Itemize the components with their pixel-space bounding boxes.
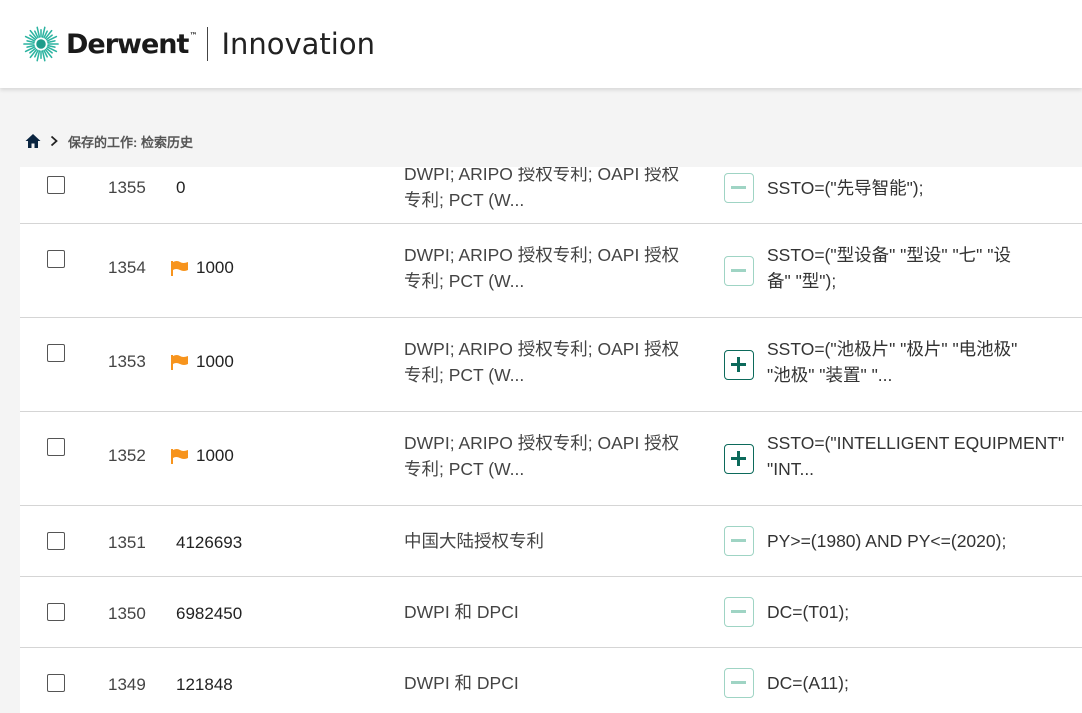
result-count: 0 xyxy=(170,178,185,198)
history-id: 1350 xyxy=(108,604,146,623)
result-count: 4126693 xyxy=(170,533,242,553)
database-line-1: DWPI 和 DPCI xyxy=(404,673,519,693)
flag-icon xyxy=(171,261,188,276)
table-row[interactable]: 1351 4126693 中国大陆授权专利 PY>=(1980) AND PY<… xyxy=(20,506,1082,577)
result-count-value: 1000 xyxy=(196,258,234,277)
history-id: 1353 xyxy=(108,352,146,371)
table-row[interactable]: 1352 1000 DWPI; ARIPO 授权专利; OAPI 授权 专利; … xyxy=(20,412,1082,506)
result-count: 1000 xyxy=(170,258,234,278)
query-line-1: PY>=(1980) AND PY<=(2020); xyxy=(767,531,1007,551)
query-line-1: SSTO=("INTELLIGENT EQUIPMENT" xyxy=(767,433,1065,453)
query-text: SSTO=("INTELLIGENT EQUIPMENT" "INT... xyxy=(767,430,1077,482)
database-list: DWPI 和 DPCI xyxy=(404,599,714,625)
database-line-1: 中国大陆授权专利 xyxy=(404,531,544,551)
result-count: 6982450 xyxy=(170,604,242,624)
result-count-value: 6982450 xyxy=(176,604,243,623)
plus-icon xyxy=(731,451,746,466)
query-text: DC=(A11); xyxy=(767,670,1077,696)
query-text: SSTO=("型设备" "型设" "七" "设 备" "型"); xyxy=(767,242,1077,294)
database-line-1: DWPI; ARIPO 授权专利; OAPI 授权 xyxy=(404,339,680,359)
collapse-query-button[interactable] xyxy=(724,256,754,286)
collapse-query-button[interactable] xyxy=(724,597,754,627)
query-text: SSTO=("先导智能"); xyxy=(767,175,1077,201)
query-line-2: 备" "型"); xyxy=(767,271,837,291)
query-line-2: "INT... xyxy=(767,459,815,479)
row-checkbox[interactable] xyxy=(47,250,65,268)
derwent-logo-icon[interactable] xyxy=(22,25,60,63)
collapse-query-button[interactable] xyxy=(724,173,754,203)
database-list: DWPI; ARIPO 授权专利; OAPI 授权 专利; PCT (W... xyxy=(404,167,714,213)
collapse-query-button[interactable] xyxy=(724,526,754,556)
database-line-2: 专利; PCT (W... xyxy=(404,190,525,210)
database-line-2: 专利; PCT (W... xyxy=(404,459,525,479)
database-list: DWPI; ARIPO 授权专利; OAPI 授权 专利; PCT (W... xyxy=(404,242,714,294)
database-list: DWPI; ARIPO 授权专利; OAPI 授权 专利; PCT (W... xyxy=(404,430,714,482)
app-header: Derwent ™ Innovation xyxy=(0,0,1082,88)
flag-icon xyxy=(171,355,188,370)
flag-icon xyxy=(171,449,188,464)
history-id: 1351 xyxy=(108,533,146,552)
row-checkbox[interactable] xyxy=(47,344,65,362)
row-checkbox[interactable] xyxy=(47,532,65,550)
query-line-2: "池极" "装置" "... xyxy=(767,365,893,385)
query-line-1: DC=(T01); xyxy=(767,602,850,622)
table-row[interactable]: 1349 121848 DWPI 和 DPCI DC=(A11); xyxy=(20,648,1082,713)
query-line-1: SSTO=("型设备" "型设" "七" "设 xyxy=(767,245,1011,265)
product-name: Innovation xyxy=(221,27,375,61)
expand-query-button[interactable] xyxy=(724,444,754,474)
minus-icon xyxy=(731,610,746,613)
result-count: 1000 xyxy=(170,446,234,466)
result-count-value: 121848 xyxy=(176,675,233,694)
result-count: 121848 xyxy=(170,675,233,695)
database-line-2: 专利; PCT (W... xyxy=(404,365,525,385)
query-line-1: SSTO=("先导智能"); xyxy=(767,178,924,198)
header-divider xyxy=(207,27,209,61)
minus-icon xyxy=(731,681,746,684)
table-row[interactable]: 1353 1000 DWPI; ARIPO 授权专利; OAPI 授权 专利; … xyxy=(20,318,1082,412)
row-checkbox[interactable] xyxy=(47,176,65,194)
row-checkbox[interactable] xyxy=(47,603,65,621)
plus-icon xyxy=(731,357,746,372)
query-line-1: SSTO=("池极片" "极片" "电池极" xyxy=(767,339,1018,359)
home-icon[interactable] xyxy=(24,132,42,150)
result-count-value: 4126693 xyxy=(176,533,243,552)
database-line-1: DWPI; ARIPO 授权专利; OAPI 授权 xyxy=(404,167,680,184)
history-id: 1352 xyxy=(108,446,146,465)
database-list: DWPI 和 DPCI xyxy=(404,670,714,696)
minus-icon xyxy=(731,539,746,542)
expand-query-button[interactable] xyxy=(724,350,754,380)
database-line-2: 专利; PCT (W... xyxy=(404,271,525,291)
history-id: 1355 xyxy=(108,178,146,197)
query-line-1: DC=(A11); xyxy=(767,673,849,693)
brand-name: Derwent ™ xyxy=(66,28,198,60)
history-id: 1349 xyxy=(108,675,146,694)
database-line-1: DWPI 和 DPCI xyxy=(404,602,519,622)
result-count: 1000 xyxy=(170,352,234,372)
query-text: DC=(T01); xyxy=(767,599,1077,625)
search-history-table: 1355 0 DWPI; ARIPO 授权专利; OAPI 授权 专利; PCT… xyxy=(20,167,1082,713)
database-list: 中国大陆授权专利 xyxy=(404,528,714,554)
query-text: PY>=(1980) AND PY<=(2020); xyxy=(767,528,1077,554)
row-checkbox[interactable] xyxy=(47,674,65,692)
result-count-value: 1000 xyxy=(196,352,234,371)
chevron-right-icon xyxy=(50,135,58,147)
table-row[interactable]: 1355 0 DWPI; ARIPO 授权专利; OAPI 授权 专利; PCT… xyxy=(20,167,1082,224)
table-row[interactable]: 1350 6982450 DWPI 和 DPCI DC=(T01); xyxy=(20,577,1082,648)
database-list: DWPI; ARIPO 授权专利; OAPI 授权 专利; PCT (W... xyxy=(404,336,714,388)
breadcrumb-current: 保存的工作: 检索历史 xyxy=(68,134,193,150)
query-text: SSTO=("池极片" "极片" "电池极" "池极" "装置" "... xyxy=(767,336,1077,388)
result-count-value: 1000 xyxy=(196,446,234,465)
breadcrumb: 保存的工作: 检索历史 xyxy=(24,131,193,151)
database-line-1: DWPI; ARIPO 授权专利; OAPI 授权 xyxy=(404,433,680,453)
result-count-value: 0 xyxy=(176,178,186,197)
database-line-1: DWPI; ARIPO 授权专利; OAPI 授权 xyxy=(404,245,680,265)
collapse-query-button[interactable] xyxy=(724,668,754,698)
minus-icon xyxy=(731,269,746,272)
minus-icon xyxy=(731,186,746,189)
table-row[interactable]: 1354 1000 DWPI; ARIPO 授权专利; OAPI 授权 专利; … xyxy=(20,224,1082,318)
row-checkbox[interactable] xyxy=(47,438,65,456)
history-id: 1354 xyxy=(108,258,146,277)
